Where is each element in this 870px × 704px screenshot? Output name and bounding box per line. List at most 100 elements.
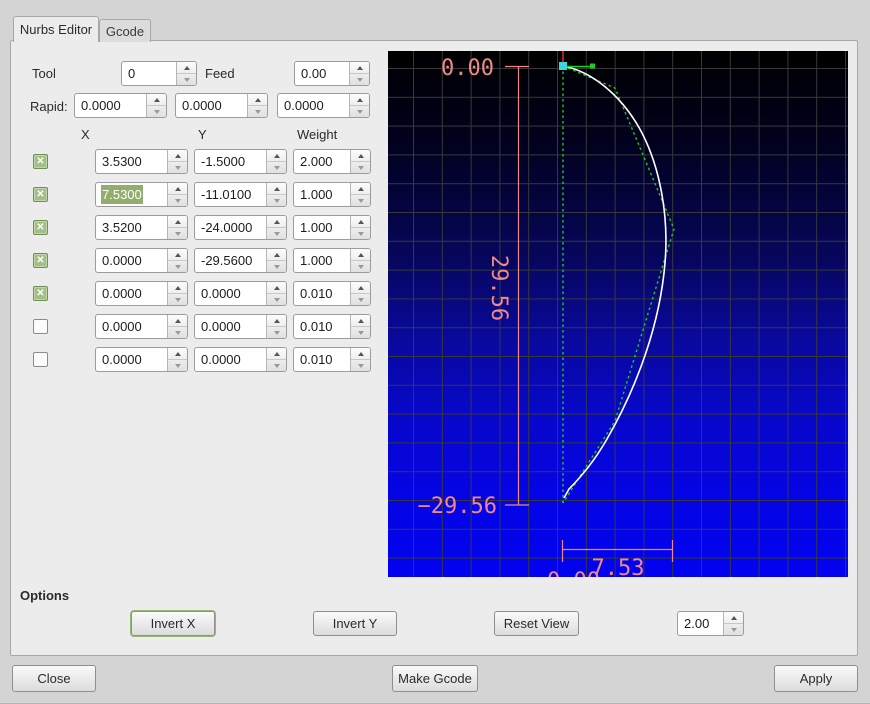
point-x-spinbox[interactable]: 0.0000: [95, 314, 188, 339]
zoom-spinbox[interactable]: 2.00: [677, 611, 744, 636]
spin-buttons[interactable]: [167, 282, 187, 305]
invert-y-button[interactable]: Invert Y: [313, 611, 397, 636]
invert-x-button[interactable]: Invert X: [131, 611, 215, 636]
spin-up-icon[interactable]: [174, 153, 181, 158]
spin-down-icon[interactable]: [174, 297, 181, 302]
point-y-spinbox[interactable]: -29.5600: [194, 248, 287, 273]
spin-up-icon[interactable]: [273, 351, 280, 356]
spin-buttons[interactable]: [167, 150, 187, 173]
spin-up-icon[interactable]: [357, 285, 364, 290]
tab-gcode[interactable]: Gcode: [99, 19, 151, 42]
spin-buttons[interactable]: [266, 216, 286, 239]
point-weight-spinbox[interactable]: 1.000: [293, 248, 371, 273]
point-weight-spinbox[interactable]: 1.000: [293, 182, 371, 207]
point-y-spinbox[interactable]: 0.0000: [194, 281, 287, 306]
spin-buttons[interactable]: [349, 94, 369, 117]
spin-up-icon[interactable]: [174, 351, 181, 356]
spin-buttons[interactable]: [350, 216, 370, 239]
spin-down-icon[interactable]: [273, 264, 280, 269]
spin-up-icon[interactable]: [273, 219, 280, 224]
spin-down-icon[interactable]: [356, 109, 363, 114]
point-y-spinbox[interactable]: 0.0000: [194, 347, 287, 372]
point-x-spinbox[interactable]: 0.0000: [95, 248, 188, 273]
spin-down-icon[interactable]: [356, 77, 363, 82]
spin-down-icon[interactable]: [273, 363, 280, 368]
spin-buttons[interactable]: [146, 94, 166, 117]
rapid-x-spinbox[interactable]: 0.0000: [74, 93, 167, 118]
spin-buttons[interactable]: [167, 216, 187, 239]
spin-up-icon[interactable]: [357, 351, 364, 356]
spin-buttons[interactable]: [266, 249, 286, 272]
point-enable-checkbox[interactable]: [33, 154, 48, 169]
spin-up-icon[interactable]: [356, 97, 363, 102]
spin-down-icon[interactable]: [174, 363, 181, 368]
spin-down-icon[interactable]: [174, 330, 181, 335]
point-x-spinbox[interactable]: 0.0000: [95, 347, 188, 372]
point-x-spinbox[interactable]: 3.5200: [95, 215, 188, 240]
spin-down-icon[interactable]: [174, 264, 181, 269]
spin-buttons[interactable]: [247, 94, 267, 117]
spin-down-icon[interactable]: [730, 627, 737, 632]
spin-buttons[interactable]: [176, 62, 196, 85]
spin-buttons[interactable]: [167, 249, 187, 272]
spin-down-icon[interactable]: [357, 231, 364, 236]
point-y-spinbox[interactable]: 0.0000: [194, 314, 287, 339]
spin-down-icon[interactable]: [273, 165, 280, 170]
spin-down-icon[interactable]: [357, 363, 364, 368]
feed-spinbox[interactable]: 0.00: [294, 61, 370, 86]
spin-up-icon[interactable]: [356, 65, 363, 70]
point-y-spinbox[interactable]: -1.5000: [194, 149, 287, 174]
point-weight-spinbox[interactable]: 0.010: [293, 314, 371, 339]
point-enable-checkbox[interactable]: [33, 319, 48, 334]
spin-up-icon[interactable]: [183, 65, 190, 70]
point-enable-checkbox[interactable]: [33, 253, 48, 268]
spin-down-icon[interactable]: [273, 198, 280, 203]
spin-down-icon[interactable]: [174, 165, 181, 170]
spin-down-icon[interactable]: [357, 264, 364, 269]
spin-buttons[interactable]: [350, 315, 370, 338]
spin-up-icon[interactable]: [273, 285, 280, 290]
nurbs-preview-canvas[interactable]: 0.00 29.56 −29.56 7.53 0.00: [388, 51, 848, 577]
start-point-marker[interactable]: [559, 62, 567, 70]
spin-down-icon[interactable]: [357, 165, 364, 170]
spin-up-icon[interactable]: [273, 318, 280, 323]
spin-up-icon[interactable]: [730, 615, 737, 620]
point-y-spinbox[interactable]: -11.0100: [194, 182, 287, 207]
spin-down-icon[interactable]: [153, 109, 160, 114]
point-enable-checkbox[interactable]: [33, 220, 48, 235]
point-weight-spinbox[interactable]: 0.010: [293, 281, 371, 306]
spin-buttons[interactable]: [266, 183, 286, 206]
point-enable-checkbox[interactable]: [33, 187, 48, 202]
reset-view-button[interactable]: Reset View: [494, 611, 579, 636]
spin-buttons[interactable]: [266, 315, 286, 338]
spin-down-icon[interactable]: [357, 330, 364, 335]
spin-up-icon[interactable]: [357, 186, 364, 191]
point-enable-checkbox[interactable]: [33, 352, 48, 367]
spin-up-icon[interactable]: [174, 318, 181, 323]
point-x-spinbox[interactable]: 3.5300: [95, 149, 188, 174]
spin-up-icon[interactable]: [174, 186, 181, 191]
spin-down-icon[interactable]: [174, 231, 181, 236]
spin-up-icon[interactable]: [174, 285, 181, 290]
spin-down-icon[interactable]: [273, 297, 280, 302]
spin-buttons[interactable]: [350, 282, 370, 305]
spin-buttons[interactable]: [266, 282, 286, 305]
spin-buttons[interactable]: [167, 348, 187, 371]
spin-buttons[interactable]: [350, 183, 370, 206]
apply-button[interactable]: Apply: [774, 665, 858, 692]
tool-spinbox[interactable]: 0: [121, 61, 197, 86]
point-weight-spinbox[interactable]: 1.000: [293, 215, 371, 240]
spin-down-icon[interactable]: [174, 198, 181, 203]
point-y-spinbox[interactable]: -24.0000: [194, 215, 287, 240]
spin-up-icon[interactable]: [357, 219, 364, 224]
spin-up-icon[interactable]: [174, 219, 181, 224]
spin-up-icon[interactable]: [357, 252, 364, 257]
spin-buttons[interactable]: [167, 315, 187, 338]
spin-down-icon[interactable]: [273, 330, 280, 335]
spin-buttons[interactable]: [723, 612, 743, 635]
spin-buttons[interactable]: [266, 150, 286, 173]
spin-buttons[interactable]: [350, 150, 370, 173]
spin-down-icon[interactable]: [273, 231, 280, 236]
point-weight-spinbox[interactable]: 2.000: [293, 149, 371, 174]
point-weight-spinbox[interactable]: 0.010: [293, 347, 371, 372]
